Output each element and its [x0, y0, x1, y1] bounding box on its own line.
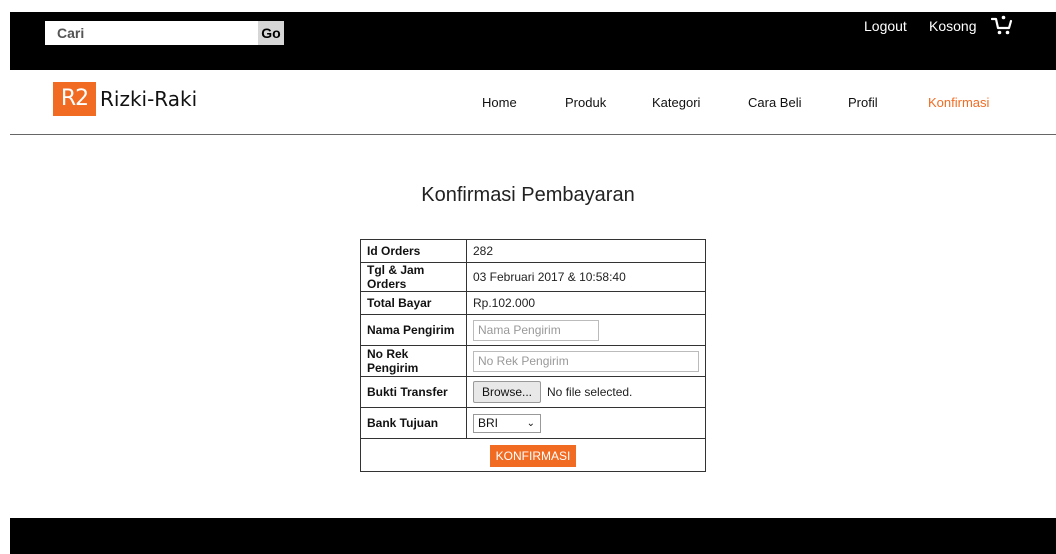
footer [10, 518, 1056, 554]
search-input[interactable]: Cari [45, 21, 268, 45]
file-status-text: No file selected. [547, 385, 633, 399]
bukti-transfer-cell: Browse... No file selected. [466, 376, 706, 408]
logo[interactable]: R2 [53, 82, 96, 116]
logo-text[interactable]: Rizki-Raki [100, 86, 197, 112]
nav-profil[interactable]: Profil [848, 95, 878, 111]
id-orders-value: 282 [466, 239, 706, 263]
nav-home[interactable]: Home [482, 95, 517, 111]
total-bayar-label: Total Bayar [360, 291, 467, 315]
browse-button[interactable]: Browse... [473, 381, 542, 403]
form-row-tgl: Tgl & Jam Orders 03 Februari 2017 & 10:5… [360, 262, 706, 292]
nama-pengirim-cell: Nama Pengirim [466, 314, 706, 346]
form-row-total: Total Bayar Rp.102.000 [360, 291, 706, 315]
id-orders-label: Id Orders [360, 239, 467, 263]
submit-cell: KONFIRMASI [360, 438, 706, 472]
cart-icon[interactable] [991, 14, 1013, 36]
search-go-button[interactable]: Go [258, 21, 284, 45]
nav-konfirmasi[interactable]: Konfirmasi [928, 95, 989, 111]
logout-link[interactable]: Logout [864, 18, 907, 34]
nav-produk[interactable]: Produk [565, 95, 606, 111]
tgl-orders-label: Tgl & Jam Orders [360, 262, 467, 292]
chevron-down-icon: ⌄ [526, 417, 535, 429]
form-row-bank: Bank Tujuan BRI ⌄ [360, 407, 706, 439]
form-row-nama: Nama Pengirim Nama Pengirim [360, 314, 706, 346]
page-title: Konfirmasi Pembayaran [421, 184, 635, 206]
bukti-transfer-label: Bukti Transfer [360, 376, 467, 408]
form-row-norek: No Rek Pengirim No Rek Pengirim [360, 345, 706, 377]
no-rek-pengirim-input[interactable]: No Rek Pengirim [473, 350, 699, 372]
form-row-bukti: Bukti Transfer Browse... No file selected… [360, 376, 706, 408]
bank-tujuan-selected: BRI [478, 415, 499, 430]
bank-tujuan-cell: BRI ⌄ [466, 407, 706, 439]
nav-kategori[interactable]: Kategori [652, 95, 700, 111]
nama-pengirim-label: Nama Pengirim [360, 314, 467, 346]
form-row-id-orders: Id Orders 282 [360, 239, 706, 263]
form-row-submit: KONFIRMASI [360, 438, 706, 472]
bank-tujuan-select[interactable]: BRI ⌄ [473, 413, 541, 433]
konfirmasi-button[interactable]: KONFIRMASI [489, 444, 577, 467]
logo-mark: R2 [60, 86, 89, 111]
total-bayar-value: Rp.102.000 [466, 291, 706, 315]
tgl-orders-value: 03 Februari 2017 & 10:58:40 [466, 262, 706, 292]
bank-tujuan-label: Bank Tujuan [360, 407, 467, 439]
no-rek-pengirim-cell: No Rek Pengirim [466, 345, 706, 377]
header-divider [10, 134, 1056, 135]
nama-pengirim-input[interactable]: Nama Pengirim [473, 319, 599, 341]
cart-status-label[interactable]: Kosong [929, 18, 976, 34]
nav-cara-beli[interactable]: Cara Beli [748, 95, 801, 111]
no-rek-pengirim-label: No Rek Pengirim [360, 345, 467, 377]
payment-confirmation-form: Id Orders 282 Tgl & Jam Orders 03 Februa… [360, 239, 706, 472]
